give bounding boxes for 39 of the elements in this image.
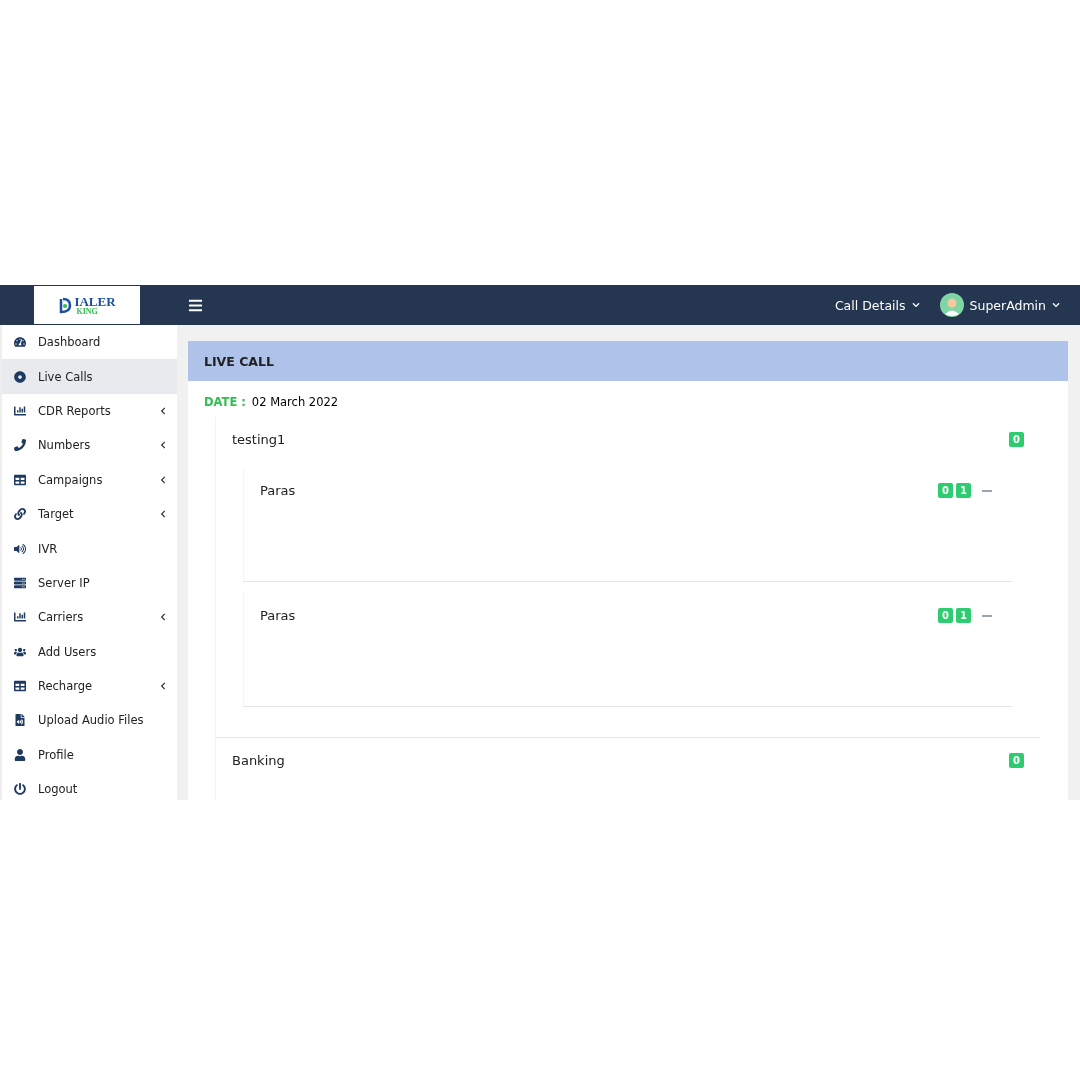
count-badge: 0: [938, 608, 954, 623]
menu-button[interactable]: [188, 297, 203, 313]
caret-icon: [1052, 301, 1060, 309]
collapse-icon[interactable]: [982, 614, 992, 617]
speaker-icon: [14, 542, 26, 555]
date-value: 02 March 2022: [251, 395, 339, 409]
count-badge: 1: [956, 483, 971, 498]
logo-text: IALER: [74, 294, 116, 308]
logo-subtext: KING: [76, 307, 99, 316]
bar-chart-icon: [14, 404, 26, 417]
collapse-icon[interactable]: [982, 489, 992, 492]
count-badge: 0: [1009, 431, 1024, 447]
avatar-icon: [939, 293, 964, 317]
logo-mark-icon: [58, 296, 73, 314]
bar-chart-icon: [14, 611, 26, 624]
campaign-name: Banking: [232, 752, 285, 768]
card-title: LIVE CALL: [188, 341, 1068, 381]
user-icon: [14, 748, 26, 761]
caret-icon: [911, 301, 920, 309]
count-badge: 0: [1009, 752, 1024, 768]
campaign-name: testing1: [232, 431, 286, 447]
phone-icon: [14, 439, 26, 452]
server-icon: [14, 576, 26, 589]
grid-icon: [14, 680, 26, 693]
sidebar-item[interactable]: Live Calls: [2, 359, 177, 394]
user-menu[interactable]: SuperAdmin: [939, 293, 1060, 317]
audio-file-icon: [14, 714, 26, 727]
target-icon: [14, 370, 26, 383]
users-icon: [14, 645, 26, 658]
link-icon: [14, 508, 26, 521]
count-badge: 0: [938, 483, 954, 498]
date-label: DATE :: [204, 395, 246, 409]
caller-name: Paras: [260, 608, 296, 623]
call-details-menu[interactable]: Call Details: [834, 297, 920, 313]
grid-icon: [14, 473, 26, 486]
power-icon: [14, 783, 26, 796]
gauge-icon: [14, 336, 26, 349]
caller-name: Paras: [260, 483, 296, 498]
count-badge: 1: [956, 608, 971, 623]
